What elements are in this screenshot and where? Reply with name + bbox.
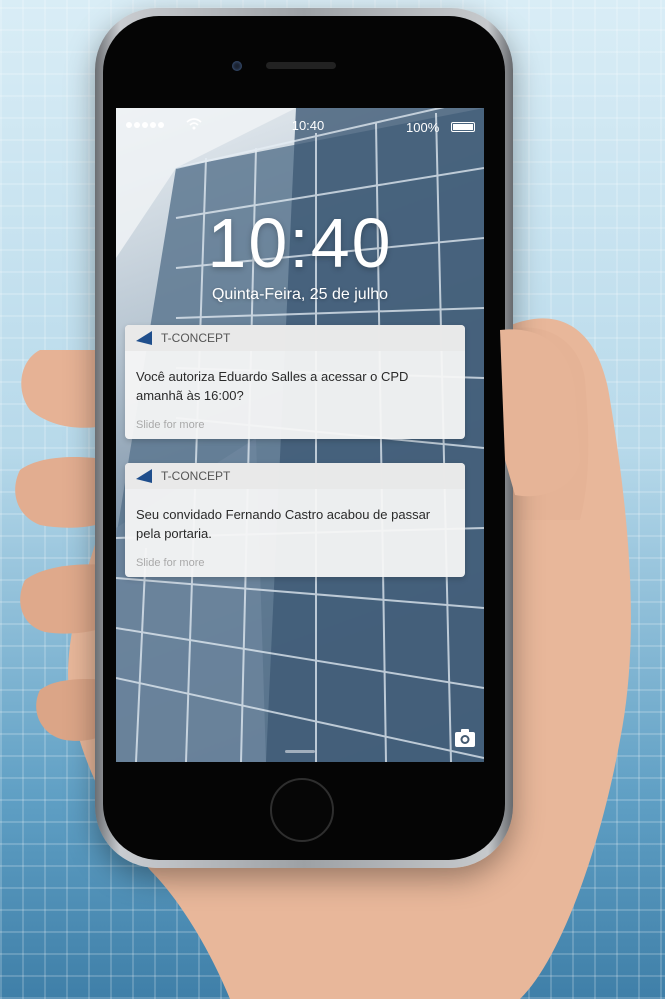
notification-card[interactable]: T-CONCEPT Você autoriza Eduardo Salles a… xyxy=(125,325,465,439)
t-concept-logo-icon xyxy=(136,469,152,483)
lock-screen: 10:40 100% 10:40 Quinta-Feira, 25 de jul… xyxy=(116,108,484,762)
notification-card[interactable]: T-CONCEPT Seu convidado Fernando Castro … xyxy=(125,463,465,577)
phone: 10:40 100% 10:40 Quinta-Feira, 25 de jul… xyxy=(95,8,513,868)
wifi-icon xyxy=(186,118,202,130)
notification-message: Seu convidado Fernando Castro acabou de … xyxy=(136,507,431,541)
status-time: 10:40 xyxy=(291,118,325,133)
signal-strength-icon xyxy=(126,122,164,128)
battery-percentage: 100% xyxy=(406,120,440,135)
home-indicator xyxy=(285,750,315,753)
slide-for-more-hint: Slide for more xyxy=(136,419,205,431)
battery-icon xyxy=(451,122,475,132)
camera-icon[interactable] xyxy=(454,728,476,748)
status-bar: 10:40 100% xyxy=(116,116,484,136)
notification-app-name: T-CONCEPT xyxy=(161,331,231,345)
notification-message: Você autoriza Eduardo Salles a acessar o… xyxy=(136,369,409,403)
notification-header: T-CONCEPT xyxy=(125,463,465,489)
notification-app-name: T-CONCEPT xyxy=(161,469,231,483)
slide-for-more-hint: Slide for more xyxy=(136,557,205,569)
home-button[interactable] xyxy=(270,778,334,842)
lock-screen-date: Quinta-Feira, 25 de julho xyxy=(211,286,389,303)
lock-screen-clock: 10:40 xyxy=(207,204,393,282)
t-concept-logo-icon xyxy=(136,331,152,345)
front-camera xyxy=(232,61,242,71)
earpiece-speaker xyxy=(266,62,336,69)
notification-header: T-CONCEPT xyxy=(125,325,465,351)
